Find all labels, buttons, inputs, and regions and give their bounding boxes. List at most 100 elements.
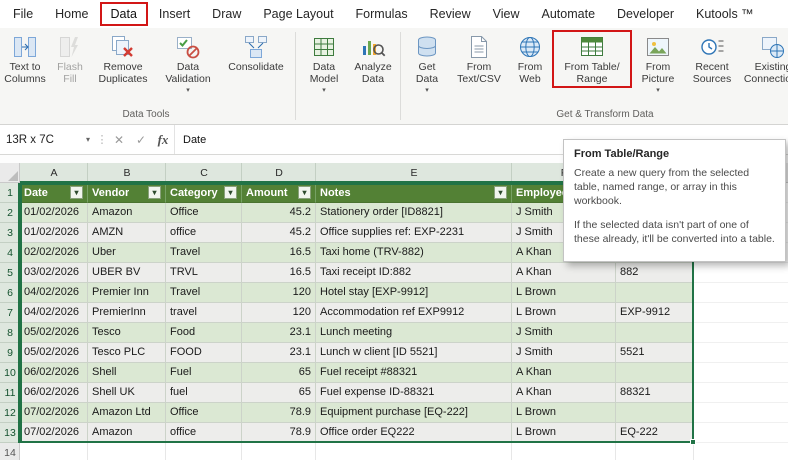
cell-F13[interactable]: L Brown (512, 423, 616, 443)
header-cell-notes[interactable]: Notes ▾ (316, 183, 512, 203)
row-header-13[interactable]: 13 (0, 423, 20, 443)
cell-E10[interactable]: Fuel receipt #88321 (316, 363, 512, 383)
row-header-6[interactable]: 6 (0, 283, 20, 303)
cell-A7[interactable]: 04/02/2026 (20, 303, 88, 323)
cell-G6[interactable] (616, 283, 694, 303)
cell-G13[interactable]: EQ-222 (616, 423, 694, 443)
empty-cells[interactable] (694, 283, 788, 303)
cell-D11[interactable]: 65 (242, 383, 316, 403)
cell-A13[interactable]: 07/02/2026 (20, 423, 88, 443)
cell-B8[interactable]: Tesco (88, 323, 166, 343)
row-header-2[interactable]: 2 (0, 203, 20, 223)
tab-data[interactable]: Data (99, 2, 148, 26)
text-to-columns-button[interactable]: Text to Columns (0, 30, 50, 86)
row-header-14[interactable]: 14 (0, 443, 20, 460)
cell-B7[interactable]: PremierInn (88, 303, 166, 323)
cell-C3[interactable]: office (166, 223, 242, 243)
cell-D5[interactable]: 16.5 (242, 263, 316, 283)
cell-F6[interactable]: L Brown (512, 283, 616, 303)
column-header-a[interactable]: A (20, 163, 88, 183)
cell-F14[interactable] (512, 443, 616, 460)
header-cell-vendor[interactable]: Vendor ▾ (88, 183, 166, 203)
cell-A6[interactable]: 04/02/2026 (20, 283, 88, 303)
empty-cells[interactable] (694, 303, 788, 323)
cell-A4[interactable]: 02/02/2026 (20, 243, 88, 263)
from-table-range-button[interactable]: From Table/ Range (552, 30, 632, 88)
cell-F5[interactable]: A Khan (512, 263, 616, 283)
from-picture-button[interactable]: From Picture ▾ (632, 30, 684, 94)
header-cell-category[interactable]: Category ▾ (166, 183, 242, 203)
row-header-12[interactable]: 12 (0, 403, 20, 423)
cell-G11[interactable]: 88321 (616, 383, 694, 403)
select-all-button[interactable] (0, 163, 20, 183)
cell-A2[interactable]: 01/02/2026 (20, 203, 88, 223)
cell-C6[interactable]: Travel (166, 283, 242, 303)
cell-D12[interactable]: 78.9 (242, 403, 316, 423)
row-header-7[interactable]: 7 (0, 303, 20, 323)
cell-B12[interactable]: Amazon Ltd (88, 403, 166, 423)
cell-A10[interactable]: 06/02/2026 (20, 363, 88, 383)
cell-A3[interactable]: 01/02/2026 (20, 223, 88, 243)
cell-F10[interactable]: A Khan (512, 363, 616, 383)
tab-view[interactable]: View (482, 2, 531, 26)
cell-G9[interactable]: 5521 (616, 343, 694, 363)
tab-draw[interactable]: Draw (201, 2, 252, 26)
name-box[interactable]: 13R x 7C ▾ (0, 125, 96, 154)
cell-C14[interactable] (166, 443, 242, 460)
cell-C12[interactable]: Office (166, 403, 242, 423)
empty-cells[interactable] (694, 403, 788, 423)
cancel-entry-button[interactable]: ✕ (108, 125, 130, 154)
cell-D13[interactable]: 78.9 (242, 423, 316, 443)
column-header-c[interactable]: C (166, 163, 242, 183)
tab-automate[interactable]: Automate (531, 2, 607, 26)
cell-B6[interactable]: Premier Inn (88, 283, 166, 303)
analyze-data-button[interactable]: Analyze Data (349, 30, 397, 86)
cell-B9[interactable]: Tesco PLC (88, 343, 166, 363)
row-header-1[interactable]: 1 (0, 183, 20, 203)
row-header-10[interactable]: 10 (0, 363, 20, 383)
cell-E3[interactable]: Office supplies ref: EXP-2231 (316, 223, 512, 243)
cell-G12[interactable] (616, 403, 694, 423)
cell-A8[interactable]: 05/02/2026 (20, 323, 88, 343)
empty-cells[interactable] (694, 263, 788, 283)
cell-G14[interactable] (616, 443, 694, 460)
cell-F11[interactable]: A Khan (512, 383, 616, 403)
row-header-8[interactable]: 8 (0, 323, 20, 343)
tab-page-layout[interactable]: Page Layout (252, 2, 344, 26)
cell-B4[interactable]: Uber (88, 243, 166, 263)
cell-C10[interactable]: Fuel (166, 363, 242, 383)
row-header-9[interactable]: 9 (0, 343, 20, 363)
cell-D2[interactable]: 45.2 (242, 203, 316, 223)
cell-E4[interactable]: Taxi home (TRV-882) (316, 243, 512, 263)
tab-insert[interactable]: Insert (148, 2, 201, 26)
formula-bar-handle[interactable]: ⋮ (96, 125, 108, 154)
tab-kutools[interactable]: Kutools ™ (685, 2, 765, 26)
data-model-button[interactable]: Data Model ▾ (299, 30, 349, 94)
cell-F8[interactable]: J Smith (512, 323, 616, 343)
header-cell-amount[interactable]: Amount ▾ (242, 183, 316, 203)
cell-B11[interactable]: Shell UK (88, 383, 166, 403)
cell-B14[interactable] (88, 443, 166, 460)
confirm-entry-button[interactable]: ✓ (130, 125, 152, 154)
empty-cells[interactable] (694, 343, 788, 363)
cell-E7[interactable]: Accommodation ref EXP9912 (316, 303, 512, 323)
cell-B5[interactable]: UBER BV (88, 263, 166, 283)
recent-sources-button[interactable]: Recent Sources (684, 30, 740, 86)
cell-B3[interactable]: AMZN (88, 223, 166, 243)
column-header-d[interactable]: D (242, 163, 316, 183)
cell-C9[interactable]: FOOD (166, 343, 242, 363)
header-cell-date[interactable]: Date ▾ (20, 183, 88, 203)
filter-button[interactable]: ▾ (298, 186, 311, 199)
filter-button[interactable]: ▾ (224, 186, 237, 199)
data-validation-button[interactable]: Data Validation ▾ (156, 30, 220, 94)
row-header-4[interactable]: 4 (0, 243, 20, 263)
cell-G5[interactable]: 882 (616, 263, 694, 283)
cell-A14[interactable] (20, 443, 88, 460)
cell-C5[interactable]: TRVL (166, 263, 242, 283)
consolidate-button[interactable]: Consolidate (220, 30, 292, 74)
cell-D14[interactable] (242, 443, 316, 460)
tab-review[interactable]: Review (419, 2, 482, 26)
cell-C13[interactable]: office (166, 423, 242, 443)
cell-B13[interactable]: Amazon (88, 423, 166, 443)
cell-E5[interactable]: Taxi receipt ID:882 (316, 263, 512, 283)
